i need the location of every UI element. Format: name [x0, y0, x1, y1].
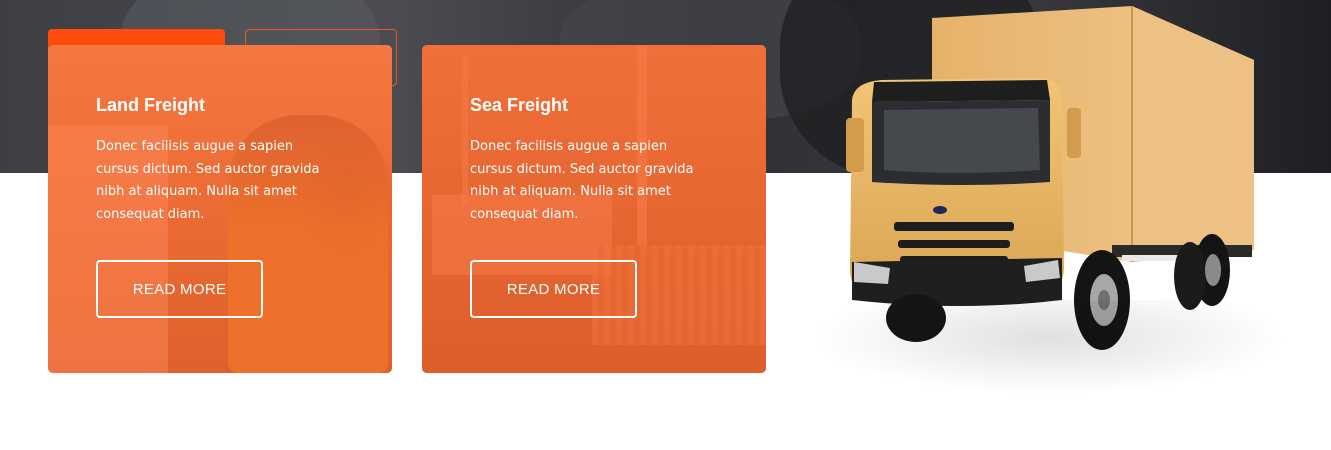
read-more-button[interactable]: READ MORE: [96, 260, 263, 318]
service-card-sea-freight: Sea Freight Donec facilisis augue a sapi…: [422, 45, 766, 373]
card-title: Land Freight: [96, 95, 205, 115]
card-title: Sea Freight: [470, 95, 569, 115]
truck-illustration: [812, 0, 1292, 400]
card-description: Donec facilisis augue a sapien cursus di…: [470, 139, 694, 222]
service-card-land-freight: Land Freight Donec facilisis augue a sap…: [48, 45, 392, 373]
read-more-button[interactable]: READ MORE: [470, 260, 637, 318]
card-description: Donec facilisis augue a sapien cursus di…: [96, 139, 320, 222]
